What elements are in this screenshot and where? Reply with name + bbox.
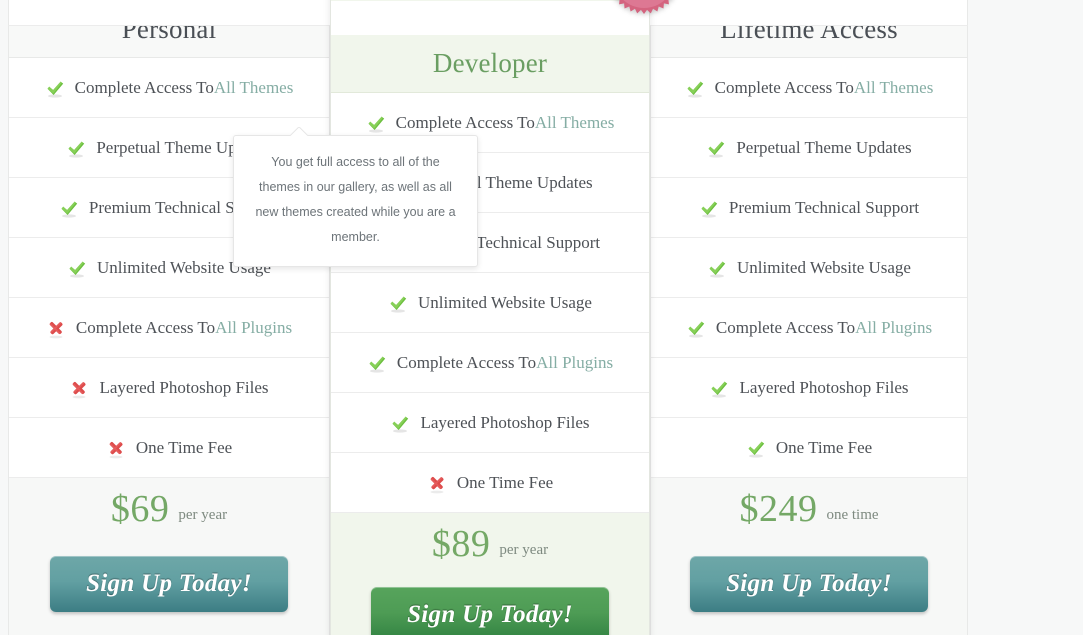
feature-label: Layered Photoshop Files <box>739 377 909 397</box>
feature-link[interactable]: All Plugins <box>215 318 292 338</box>
feature-label: Complete Access To <box>715 317 856 337</box>
check-icon <box>685 79 705 99</box>
check-icon <box>66 139 86 159</box>
feature-row[interactable]: Unlimited Website Usage <box>331 273 649 333</box>
sign-up-button[interactable]: Sign Up Today! <box>690 556 928 612</box>
check-icon <box>686 319 706 339</box>
feature-row[interactable]: One Time Fee <box>9 418 329 478</box>
tooltip-arrow-icon <box>290 127 308 136</box>
cta-row: Sign Up Today! <box>651 540 967 635</box>
cta-row: Sign Up Today! <box>9 540 329 635</box>
price-row: $89 per year <box>331 513 649 575</box>
feature-label: Premium Technical Support <box>728 197 920 217</box>
check-icon <box>388 294 408 314</box>
price-amount: $69 <box>110 488 170 530</box>
cta-row: Sign Up Today! <box>331 575 649 635</box>
price-period: per year <box>499 541 549 558</box>
plan-title: Developer <box>432 48 548 78</box>
check-icon <box>67 259 87 279</box>
check-icon <box>709 379 729 399</box>
feature-row[interactable]: Complete Access To All Plugins <box>331 333 649 393</box>
feature-row[interactable]: Unlimited Website Usage <box>651 238 967 298</box>
feature-link[interactable]: All Plugins <box>855 318 932 338</box>
cross-icon <box>427 474 447 494</box>
price-amount: $249 <box>739 488 818 530</box>
feature-label: Complete Access To <box>74 77 214 97</box>
pricing-column-lifetime-access: Lifetime Access Complete Access To All Th… <box>650 0 968 635</box>
check-icon <box>706 139 726 159</box>
feature-label: Complete Access To <box>395 112 535 132</box>
feature-row[interactable]: Perpetual Theme Updates <box>651 118 967 178</box>
check-icon <box>707 259 727 279</box>
pricing-column-personal: Personal Complete Access To All Themes Per… <box>8 0 330 635</box>
sign-up-button[interactable]: Sign Up Today! <box>371 587 609 635</box>
feature-link[interactable]: All Themes <box>854 78 933 98</box>
check-icon <box>367 354 387 374</box>
feature-label: Complete Access To <box>396 352 537 372</box>
cross-icon <box>69 379 89 399</box>
feature-row[interactable]: Layered Photoshop Files <box>651 358 967 418</box>
pricing-page: Personal Complete Access To All Themes Per… <box>0 0 1083 635</box>
tooltip-text: You get full access to all of the themes… <box>255 155 456 244</box>
feature-label: Layered Photoshop Files <box>420 412 590 432</box>
price-row: $69 per year <box>9 478 329 540</box>
feature-row[interactable]: One Time Fee <box>651 418 967 478</box>
feature-row[interactable]: Layered Photoshop Files <box>9 358 329 418</box>
feature-link[interactable]: All Themes <box>535 113 614 133</box>
feature-label: Complete Access To <box>714 77 854 97</box>
check-icon <box>699 199 719 219</box>
pricing-column-developer: MostPopularDeveloperComplete Access To A… <box>330 0 669 635</box>
sign-up-button[interactable]: Sign Up Today! <box>50 556 288 612</box>
check-icon <box>45 79 65 99</box>
feature-row[interactable]: One Time Fee <box>331 453 649 513</box>
pricing-table: Personal Complete Access To All Themes Per… <box>8 0 968 635</box>
feature-row[interactable]: Complete Access To All Themes <box>651 58 967 118</box>
feature-row[interactable]: Premium Technical Support <box>651 178 967 238</box>
check-icon <box>390 414 410 434</box>
feature-row[interactable]: Layered Photoshop Files <box>331 393 649 453</box>
cross-icon <box>46 319 66 339</box>
feature-label: Layered Photoshop Files <box>99 377 269 397</box>
price-amount: $89 <box>431 523 491 565</box>
feature-label: One Time Fee <box>775 437 873 457</box>
feature-label: Unlimited Website Usage <box>737 257 911 277</box>
price-row: $249 one time <box>651 478 967 540</box>
most-popular-badge: MostPopular <box>606 0 682 15</box>
price-period: per year <box>178 506 228 523</box>
feature-tooltip: You get full access to all of the themes… <box>233 135 478 267</box>
feature-label: Unlimited Website Usage <box>418 292 592 312</box>
feature-label: One Time Fee <box>456 472 554 492</box>
check-icon <box>59 199 79 219</box>
check-icon <box>746 439 766 459</box>
developer-header-pad <box>331 0 649 1</box>
feature-row[interactable]: Complete Access To All Themes <box>9 58 329 118</box>
pricing-columns: Personal Complete Access To All Themes Per… <box>8 0 968 635</box>
feature-label: Complete Access To <box>75 317 216 337</box>
feature-link[interactable]: All Plugins <box>536 353 613 373</box>
plan-header: Developer <box>331 35 649 93</box>
feature-label: Perpetual Theme Updates <box>736 137 912 157</box>
feature-row[interactable]: Complete Access To All Plugins <box>651 298 967 358</box>
feature-row[interactable]: Complete Access To All Plugins <box>9 298 329 358</box>
feature-link[interactable]: All Themes <box>214 78 293 98</box>
check-icon <box>366 114 386 134</box>
feature-label: One Time Fee <box>135 437 233 457</box>
cross-icon <box>106 439 126 459</box>
price-period: one time <box>826 506 879 523</box>
